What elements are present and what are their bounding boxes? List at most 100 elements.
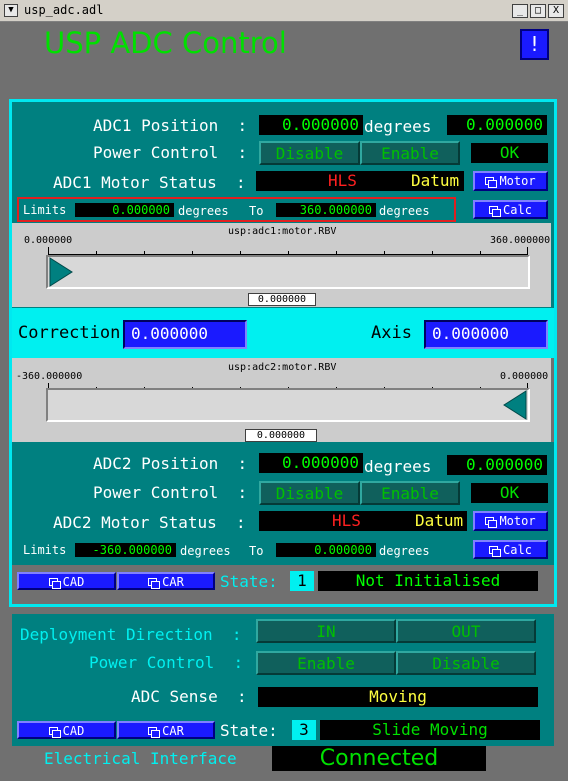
deploy-state-label: State: [220,721,278,740]
adc1-limit-low: 0.000000 [75,203,174,217]
axis-label: Axis [371,323,412,343]
adc1-hls-indicator: HLS [328,171,357,190]
adc1-calc-button-label: Calc [503,203,532,217]
adc1-limit-units1: degrees [178,204,229,218]
correction-input[interactable]: 0.000000 [123,320,247,349]
related-display-icon [148,578,161,589]
electrical-interface-status: Connected [272,746,486,771]
adc-sense-label: ADC Sense : [131,687,247,706]
adc2-slider-readout: 0.000000 [245,429,317,442]
adc2-limit-units2: degrees [379,544,430,558]
axis-input[interactable]: 0.000000 [424,320,548,349]
adc-car-button[interactable]: CAR [117,572,215,590]
adc1-motor-status: HLS Datum [256,171,464,191]
adc2-power-label: Power Control : [93,483,248,502]
adc2-limits-label: Limits [23,543,67,557]
adc2-power-status: OK [471,483,548,503]
adc2-motor-status-label: ADC2 Motor Status : [53,513,246,532]
adc2-position-label: ADC2 Position : [93,454,248,473]
deploy-enable-button[interactable]: Enable [256,651,396,675]
close-button[interactable]: X [548,4,564,18]
electrical-interface-label: Electrical Interface [44,749,237,768]
deploy-in-button[interactable]: IN [256,619,396,643]
deploy-car-button[interactable]: CAR [117,721,215,739]
related-display-icon [148,727,161,738]
adc2-slider-trough[interactable] [46,388,530,422]
deploy-direction-label: Deployment Direction : [20,625,242,644]
adc1-position-units: degrees [364,117,432,136]
adc2-position-units: degrees [364,457,432,476]
related-display-icon [485,177,498,188]
deploy-car-button-label: CAR [162,724,184,738]
adc-state-number: 1 [290,571,314,591]
adc1-position-value: 0.000000 [259,115,363,135]
page-title: USP ADC Control [44,26,287,60]
adc1-enable-button[interactable]: Enable [360,141,460,165]
related-display-icon [489,206,502,217]
adc2-motor-button-label: Motor [499,514,536,528]
adc2-limit-to: To [249,544,264,558]
window-titlebar[interactable]: ▼ usp_adc.adl _ □ X [0,0,568,22]
deploy-cad-button-label: CAD [62,724,85,738]
adc1-datum-indicator: Datum [411,171,460,190]
maximize-button[interactable]: □ [530,4,546,18]
related-display-icon [485,517,498,528]
adc1-limit-to: To [249,204,264,218]
adc2-disable-button[interactable]: Disable [259,481,360,505]
adc1-slider-readout: 0.000000 [248,293,316,306]
help-button[interactable]: ! [520,29,549,60]
adc2-calc-button[interactable]: Calc [473,540,548,559]
adc2-limit-low: -360.000000 [75,543,176,557]
adc1-slider[interactable]: usp:adc1:motor.RBV 0.000000 360.000000 0… [12,223,551,307]
minimize-button[interactable]: _ [512,4,528,18]
adc1-slider-pv: usp:adc1:motor.RBV [228,226,337,237]
adc-car-button-label: CAR [162,575,184,589]
adc2-slider[interactable]: usp:adc2:motor.RBV -360.000000 0.000000 … [12,358,551,442]
adc-cad-button[interactable]: CAD [17,572,116,590]
correction-label: Correction [18,323,121,343]
adc2-calc-button-label: Calc [503,543,532,557]
deploy-disable-button[interactable]: Disable [396,651,536,675]
adc-cad-button-label: CAD [62,575,85,589]
deploy-power-label: Power Control : [89,653,244,672]
adc2-datum-indicator: Datum [415,511,464,530]
deploy-cad-button[interactable]: CAD [17,721,116,739]
adc2-limit-units1: degrees [180,544,231,558]
adc2-slider-thumb[interactable] [502,390,528,420]
adc1-slider-trough[interactable] [46,255,530,289]
adc1-calc-button[interactable]: Calc [473,200,548,219]
adc-state-label: State: [220,572,278,591]
adc2-hls-indicator: HLS [332,511,361,530]
deploy-out-button[interactable]: OUT [396,619,536,643]
adc1-tick-marks [48,247,528,255]
adc1-position-label: ADC1 Position : [93,116,248,135]
adc1-limit-units2: degrees [379,204,430,218]
adc2-motor-button[interactable]: Motor [473,511,548,531]
deploy-state-number: 3 [292,720,316,740]
adc1-power-status: OK [471,143,548,163]
adc-sense-value: Moving [258,687,538,707]
adc2-position-value: 0.000000 [259,453,363,473]
related-display-icon [489,546,502,557]
adc1-slider-thumb[interactable] [48,257,74,287]
adc1-limits-label: Limits [23,203,67,217]
adc1-limit-high: 360.000000 [276,203,376,217]
adc-state-text: Not Initialised [318,571,538,591]
adc1-motor-button-label: Motor [499,174,536,188]
adc2-enable-button[interactable]: Enable [360,481,460,505]
adc2-slider-pv: usp:adc2:motor.RBV [228,362,337,373]
related-display-icon [48,727,61,738]
window-title: usp_adc.adl [24,3,104,17]
adc1-position-value2: 0.000000 [447,115,547,135]
adc1-motor-status-label: ADC1 Motor Status : [53,173,246,192]
adc2-limit-high: 0.000000 [276,543,376,557]
adc2-position-value2: 0.000000 [447,455,547,475]
related-display-icon [48,578,61,589]
adc1-power-label: Power Control : [93,143,248,162]
window-menu-icon[interactable]: ▼ [4,4,18,17]
adc1-slider-scale [48,245,528,255]
adc1-disable-button[interactable]: Disable [259,141,360,165]
deploy-state-text: Slide Moving [320,720,540,740]
adc2-motor-status: HLS Datum [259,511,467,531]
adc1-motor-button[interactable]: Motor [473,171,548,191]
